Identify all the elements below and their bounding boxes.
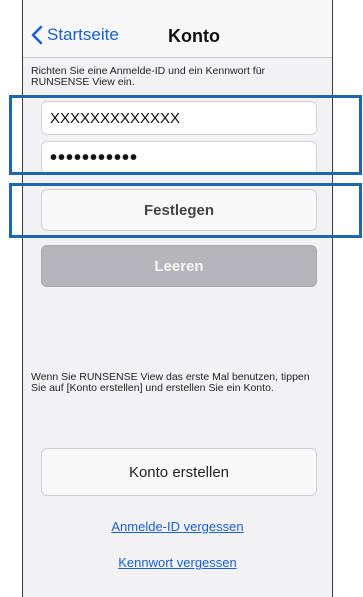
forgot-id-link[interactable]: Anmelde-ID vergessen xyxy=(23,519,332,534)
password-field[interactable]: ••••••••••• xyxy=(41,141,317,175)
forgot-password-link[interactable]: Kennwort vergessen xyxy=(23,555,332,570)
phone-screen: Startseite Konto Richten Sie eine Anmeld… xyxy=(22,0,333,597)
clear-button[interactable]: Leeren xyxy=(41,245,317,287)
first-use-note: Wenn Sie RUNSENSE View das erste Mal ben… xyxy=(31,371,310,394)
create-account-button[interactable]: Konto erstellen xyxy=(41,448,317,496)
login-id-value: XXXXXXXXXXXXX xyxy=(50,109,181,127)
page-title: Konto xyxy=(168,26,220,46)
instructions-text: Richten Sie eine Anmelde-ID und ein Kenn… xyxy=(31,65,266,88)
navigation-bar: Startseite Konto xyxy=(23,0,332,58)
chevron-left-icon xyxy=(31,25,43,45)
login-id-field[interactable]: XXXXXXXXXXXXX xyxy=(41,101,317,135)
back-button-label: Startseite xyxy=(47,25,119,44)
back-button[interactable]: Startseite xyxy=(31,22,119,48)
password-value: ••••••••••• xyxy=(50,146,139,169)
set-button[interactable]: Festlegen xyxy=(41,189,317,231)
